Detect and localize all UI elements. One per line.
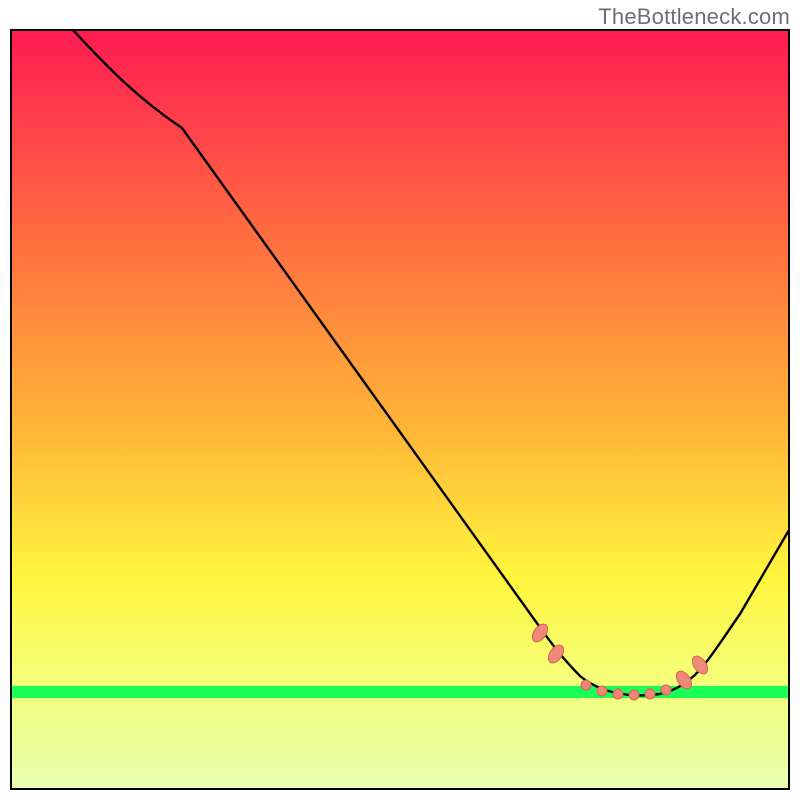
watermark-label: TheBottleneck.com <box>598 4 790 30</box>
gradient-background <box>11 30 789 789</box>
optimal-band <box>11 686 789 698</box>
chart-svg <box>0 0 800 800</box>
plot-area <box>11 30 789 789</box>
bottleneck-chart: TheBottleneck.com <box>0 0 800 800</box>
